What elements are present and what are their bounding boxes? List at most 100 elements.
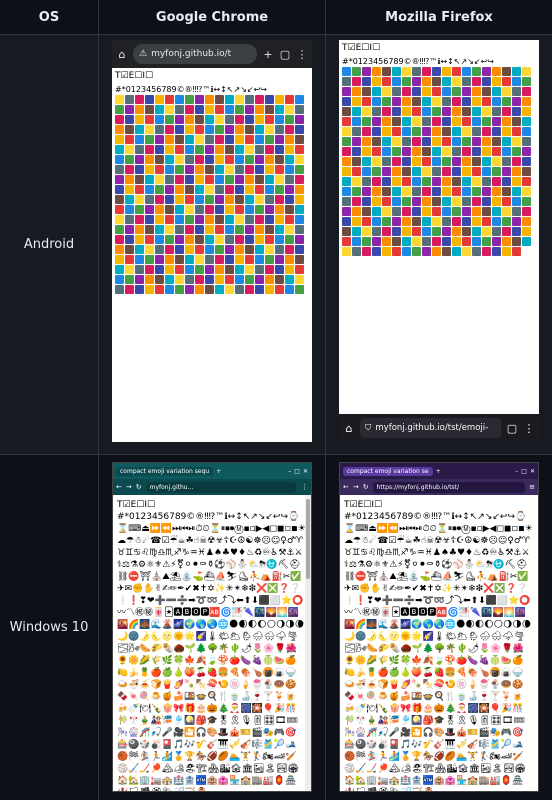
- emoji-glyph: [482, 147, 491, 156]
- emoji-glyph: [255, 175, 264, 184]
- emoji-glyph: [432, 97, 441, 106]
- emoji-glyph: [432, 197, 441, 206]
- emoji-glyph: [522, 197, 531, 206]
- emoji-glyph: [362, 197, 371, 206]
- menu-icon[interactable]: ⋮: [301, 483, 308, 491]
- emoji-glyph: [452, 187, 461, 196]
- windows-chrome-screenshot: compact emoji variation sequ + – □ ✕ ← →…: [112, 462, 312, 792]
- emoji-glyph: [442, 177, 451, 186]
- emoji-glyph: [215, 275, 224, 284]
- emoji-glyph: [115, 255, 124, 264]
- emoji-glyph: [452, 137, 461, 146]
- emoji-glyph: [275, 135, 284, 144]
- emoji-glyph: [522, 107, 531, 116]
- emoji-glyph: [462, 67, 471, 76]
- emoji-glyph: [482, 107, 491, 116]
- emoji-glyph: [145, 155, 154, 164]
- emoji-glyph: [195, 205, 204, 214]
- reload-icon[interactable]: ↻: [136, 483, 142, 491]
- emoji-glyph: [362, 107, 371, 116]
- emoji-glyph: [215, 265, 224, 274]
- emoji-glyph: [135, 245, 144, 254]
- home-icon[interactable]: ⌂: [116, 48, 128, 61]
- emoji-row: #*0123456789©®‼⁉™ℹ↔↕↖↗↘↙↩↪: [115, 84, 268, 94]
- emoji-glyph: [452, 127, 461, 136]
- emoji-glyph: [402, 147, 411, 156]
- emoji-glyph: [412, 157, 421, 166]
- forward-icon[interactable]: →: [126, 483, 132, 491]
- menu-icon[interactable]: ⋮: [296, 48, 308, 61]
- emoji-glyph: [432, 137, 441, 146]
- emoji-glyph: [342, 87, 351, 96]
- emoji-glyph: [372, 207, 381, 216]
- chrome-address-bar[interactable]: myfonj.githu...: [145, 481, 297, 493]
- emoji-glyph: [165, 145, 174, 154]
- emoji-glyph: [285, 125, 294, 134]
- emoji-glyph: [135, 275, 144, 284]
- emoji-glyph: [145, 115, 154, 124]
- firefox-address-bar[interactable]: https://myfonj.github.io/tst/: [372, 481, 526, 493]
- emoji-glyph: [245, 175, 254, 184]
- emoji-glyph: [125, 235, 134, 244]
- chrome-tab[interactable]: compact emoji variation sequ: [116, 466, 214, 476]
- emoji-glyph: [382, 247, 391, 256]
- close-icon[interactable]: ✕: [530, 468, 535, 475]
- emoji-glyph: [195, 255, 204, 264]
- emoji-glyph: [155, 235, 164, 244]
- emoji-glyph: [342, 247, 351, 256]
- emoji-glyph: [195, 115, 204, 124]
- emoji-glyph: [155, 95, 164, 104]
- emoji-glyph: [245, 235, 254, 244]
- chrome-address-bar[interactable]: ⚠ myfonj.github.io/t: [133, 44, 257, 64]
- reload-icon[interactable]: ↻: [363, 483, 369, 491]
- emoji-glyph: [342, 107, 351, 116]
- forward-icon[interactable]: →: [353, 483, 359, 491]
- maximize-icon[interactable]: □: [294, 468, 300, 475]
- emoji-glyph: [115, 225, 124, 234]
- emoji-glyph: [125, 195, 134, 204]
- emoji-glyph: [382, 237, 391, 246]
- emoji-glyph: [402, 107, 411, 116]
- emoji-glyph: [135, 255, 144, 264]
- emoji-glyph: [452, 177, 461, 186]
- emoji-glyph: [145, 205, 154, 214]
- back-icon[interactable]: ←: [343, 483, 349, 491]
- new-tab-icon[interactable]: +: [262, 48, 274, 61]
- emoji-glyph: [342, 237, 351, 246]
- emoji-glyph: [402, 157, 411, 166]
- emoji-glyph: [372, 107, 381, 116]
- back-icon[interactable]: ←: [116, 483, 122, 491]
- emoji-glyph: [265, 225, 274, 234]
- emoji-glyph: [422, 117, 431, 126]
- new-tab-icon[interactable]: +: [436, 468, 441, 475]
- emoji-glyph: [412, 167, 421, 176]
- emoji-glyph: [245, 265, 254, 274]
- emoji-glyph: [285, 155, 294, 164]
- emoji-glyph: [245, 245, 254, 254]
- menu-icon[interactable]: ⋮: [523, 422, 535, 435]
- column-divider: [98, 0, 99, 800]
- tab-switcher-icon[interactable]: ▢: [279, 48, 291, 61]
- minimize-icon[interactable]: –: [515, 468, 518, 475]
- emoji-glyph: [482, 177, 491, 186]
- emoji-glyph: [255, 195, 264, 204]
- firefox-address-bar[interactable]: ⛉ myfonj.github.io/tst/emoji-: [360, 418, 501, 438]
- emoji-glyph: [442, 87, 451, 96]
- emoji-glyph: [492, 187, 501, 196]
- tab-counter-icon[interactable]: ▢: [506, 422, 518, 435]
- close-icon[interactable]: ✕: [303, 468, 308, 475]
- firefox-tab[interactable]: compact emoji variation se: [343, 466, 433, 476]
- new-tab-icon[interactable]: +: [216, 468, 221, 475]
- home-icon[interactable]: ⌂: [343, 422, 355, 435]
- emoji-glyph: [422, 147, 431, 156]
- minimize-icon[interactable]: –: [288, 468, 291, 475]
- emoji-glyph: [412, 177, 421, 186]
- maximize-icon[interactable]: □: [521, 468, 527, 475]
- emoji-glyph: [255, 135, 264, 144]
- emoji-glyph: [492, 177, 501, 186]
- menu-icon[interactable]: ≡: [529, 483, 535, 491]
- emoji-glyph: [135, 145, 144, 154]
- emoji-glyph: [412, 97, 421, 106]
- scrollbar[interactable]: [305, 495, 311, 791]
- emoji-glyph: [175, 165, 184, 174]
